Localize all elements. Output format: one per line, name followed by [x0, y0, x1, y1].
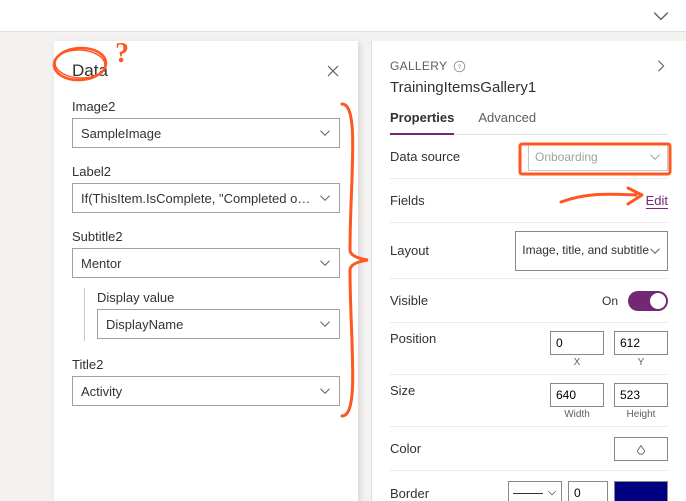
field-label: Label2 [72, 164, 340, 179]
field-title2: Title2 Activity [72, 357, 340, 406]
field-label: Subtitle2 [72, 229, 340, 244]
chevron-down-icon [319, 192, 331, 204]
display-value-dropdown[interactable]: DisplayName [97, 309, 340, 339]
chevron-right-icon[interactable] [654, 59, 668, 73]
border-style-select[interactable] [508, 481, 562, 501]
select-value: Image, title, and subtitle [522, 243, 649, 258]
row-label: Data source [390, 149, 528, 164]
chevron-down-icon [649, 151, 661, 163]
chevron-down-icon [547, 488, 557, 498]
size-height-input[interactable] [614, 383, 668, 407]
position-x-input[interactable] [550, 331, 604, 355]
field-label2: Label2 If(ThisItem.IsComplete, "Complete… [72, 164, 340, 213]
field-subtitle2: Subtitle2 Mentor Display value DisplayNa… [72, 229, 340, 341]
close-icon[interactable] [326, 64, 340, 78]
select-value: Onboarding [535, 150, 598, 164]
dropdown-value: DisplayName [106, 317, 183, 332]
dropdown-value: SampleImage [81, 126, 161, 141]
row-border: Border [390, 471, 668, 501]
dropdown-value: If(ThisItem.IsComplete, "Completed on " … [81, 191, 313, 206]
tab-properties[interactable]: Properties [390, 110, 454, 135]
app-stage: Data Image2 SampleImage Label2 If(ThisIt… [0, 0, 686, 501]
row-label: Layout [390, 243, 515, 258]
caption: Height [627, 409, 656, 420]
data-panel: Data Image2 SampleImage Label2 If(ThisIt… [54, 41, 358, 501]
properties-tabs: Properties Advanced [390, 110, 668, 135]
top-bar [0, 0, 686, 32]
position-y-input[interactable] [614, 331, 668, 355]
toggle-state: On [602, 294, 618, 308]
edit-fields-link[interactable]: Edit [646, 193, 668, 209]
row-label: Fields [390, 193, 646, 208]
label2-dropdown[interactable]: If(ThisItem.IsComplete, "Completed on " … [72, 183, 340, 213]
row-data-source: Data source Onboarding [390, 135, 668, 179]
row-label: Size [390, 383, 550, 398]
dropdown-value: Mentor [81, 256, 121, 271]
size-width-input[interactable] [550, 383, 604, 407]
row-label: Position [390, 331, 550, 346]
field-image2: Image2 SampleImage [72, 99, 340, 148]
chevron-down-icon [319, 127, 331, 139]
panel-header: GALLERY ? [390, 59, 668, 73]
caption: Width [564, 409, 590, 420]
row-color: Color [390, 427, 668, 471]
row-label: Border [390, 486, 508, 501]
row-visible: Visible On [390, 279, 668, 323]
chevron-down-icon [319, 385, 331, 397]
chevron-down-icon [319, 318, 331, 330]
component-type: GALLERY [390, 59, 447, 73]
caption: Y [638, 357, 645, 368]
title2-dropdown[interactable]: Activity [72, 376, 340, 406]
data-panel-title: Data [72, 61, 108, 81]
border-width-input[interactable] [568, 481, 608, 501]
image2-dropdown[interactable]: SampleImage [72, 118, 340, 148]
chevron-down-icon [319, 257, 331, 269]
row-label: Visible [390, 293, 602, 308]
svg-text:?: ? [458, 63, 462, 70]
tab-advanced[interactable]: Advanced [478, 110, 536, 134]
display-value-group: Display value DisplayName [84, 288, 340, 341]
visible-toggle[interactable] [628, 291, 668, 311]
row-position: Position X Y [390, 323, 668, 375]
caption: X [574, 357, 581, 368]
subtitle2-dropdown[interactable]: Mentor [72, 248, 340, 278]
data-source-select[interactable]: Onboarding [528, 143, 668, 171]
field-label: Display value [97, 290, 340, 305]
properties-panel: GALLERY ? TrainingItemsGallery1 Properti… [371, 41, 686, 501]
row-size: Size Width Height [390, 375, 668, 427]
help-icon[interactable]: ? [453, 60, 466, 73]
field-label: Image2 [72, 99, 340, 114]
dropdown-value: Activity [81, 384, 122, 399]
row-layout: Layout Image, title, and subtitle [390, 223, 668, 279]
row-label: Color [390, 441, 614, 456]
gallery-name: TrainingItemsGallery1 [390, 79, 668, 96]
color-swatch[interactable] [614, 437, 668, 461]
row-fields: Fields Edit [390, 179, 668, 223]
fill-icon [634, 442, 648, 456]
layout-select[interactable]: Image, title, and subtitle [515, 231, 668, 271]
chevron-down-icon [649, 245, 661, 257]
chevron-down-icon[interactable] [652, 7, 670, 25]
border-color-swatch[interactable] [614, 481, 668, 501]
field-label: Title2 [72, 357, 340, 372]
